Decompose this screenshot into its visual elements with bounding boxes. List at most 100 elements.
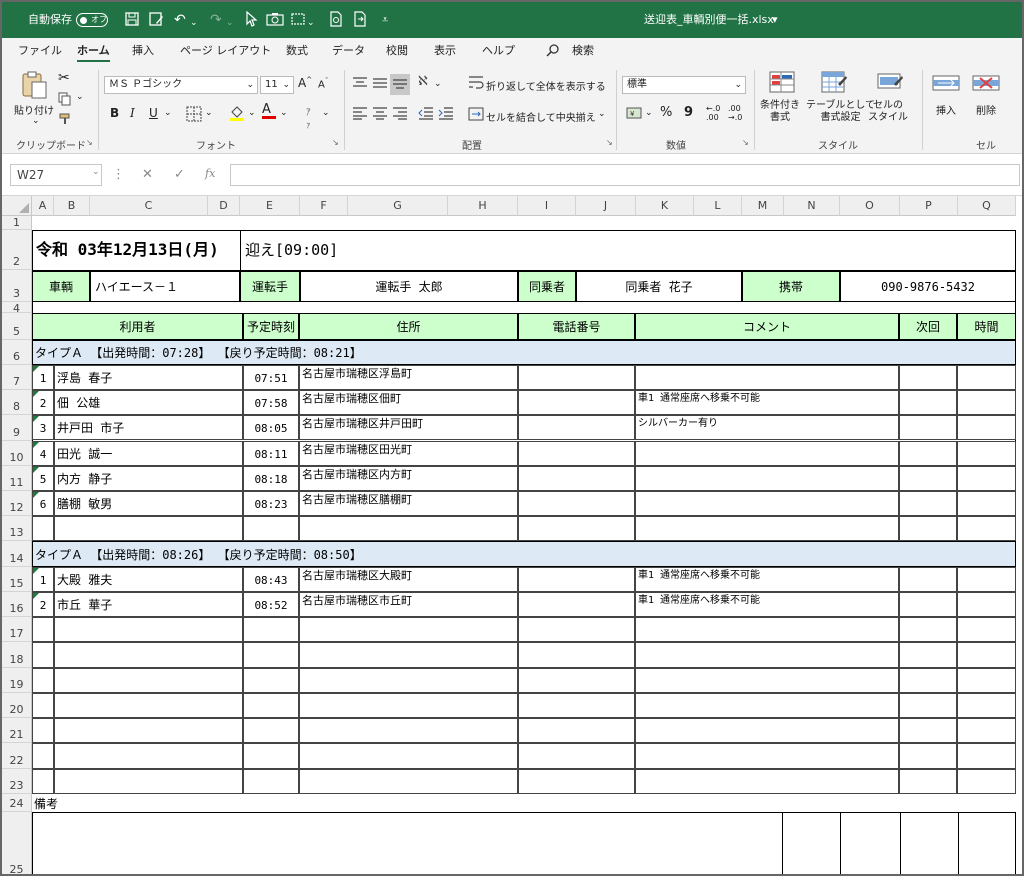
decrease-decimal-icon[interactable]: .00 →.0 bbox=[728, 104, 742, 122]
redo-icon[interactable]: ↷ bbox=[210, 11, 222, 29]
blank-row-22-phone[interactable] bbox=[518, 743, 635, 769]
column-header-c[interactable]: C bbox=[90, 196, 208, 216]
group-1-row-1-time[interactable]: 07:51 bbox=[243, 365, 299, 390]
blank-row-18-address[interactable] bbox=[299, 642, 518, 668]
wrap-text-icon[interactable] bbox=[468, 74, 484, 93]
fill-color-dropdown-icon[interactable]: ⌄ bbox=[248, 108, 256, 118]
header-hours[interactable]: 時間 bbox=[957, 313, 1016, 340]
orientation-dropdown-icon[interactable]: ⌄ bbox=[434, 79, 442, 89]
increase-decimal-icon[interactable]: ←.0.00 bbox=[706, 104, 720, 122]
group-1-row-3-time[interactable]: 08:05 bbox=[243, 415, 299, 440]
tab-view[interactable]: 表示 bbox=[434, 43, 456, 59]
group-1-row-6-address[interactable]: 名古屋市瑞穂区膳棚町 bbox=[299, 491, 518, 516]
conditional-formatting-icon[interactable] bbox=[768, 70, 796, 99]
group-1-row-3-name[interactable]: 井戸田 市子 bbox=[54, 415, 243, 440]
blank-row-17-next[interactable] bbox=[899, 617, 957, 642]
column-header-p[interactable]: P bbox=[900, 196, 958, 216]
group-2-row-2-phone[interactable] bbox=[518, 592, 635, 617]
row-header-18[interactable]: 18 bbox=[2, 642, 32, 668]
group-1-row-3-phone[interactable] bbox=[518, 415, 635, 440]
group-1-row-3-hours[interactable] bbox=[957, 415, 1016, 440]
cell-styles-label[interactable]: セルの スタイル bbox=[868, 100, 908, 124]
blank-row-21-name[interactable] bbox=[54, 718, 243, 743]
blank-row-20-hours[interactable] bbox=[957, 693, 1016, 718]
row-header-15[interactable]: 15 bbox=[2, 567, 32, 592]
column-header-g[interactable]: G bbox=[348, 196, 448, 216]
blank-row-23-comment[interactable] bbox=[635, 769, 899, 794]
driver-value[interactable]: 運転手 太郎 bbox=[300, 271, 518, 302]
borders-dropdown-icon[interactable]: ⌄ bbox=[205, 108, 213, 118]
group-1-row-5-name[interactable]: 内方 静子 bbox=[54, 466, 243, 491]
undo-dropdown-icon[interactable]: ⌄ bbox=[190, 14, 198, 32]
row-header-8[interactable]: 8 bbox=[2, 390, 32, 415]
group-1-row-1-hours[interactable] bbox=[957, 365, 1016, 390]
blank-row-23-address[interactable] bbox=[299, 769, 518, 794]
group-2-row-1-name[interactable]: 大殿 雅夫 bbox=[54, 567, 243, 592]
print-preview-icon[interactable] bbox=[328, 11, 344, 32]
blank-row-18-next[interactable] bbox=[899, 642, 957, 668]
delete-cells-label[interactable]: 削除 bbox=[976, 102, 996, 117]
date-cell[interactable]: 令和 03年12月13日(月) bbox=[32, 231, 240, 269]
group-1-row-4-comment[interactable] bbox=[635, 441, 899, 466]
pickup-cell[interactable]: 迎え[09:00] bbox=[241, 231, 441, 269]
group-2-row-1-address[interactable]: 名古屋市瑞穂区大殿町 bbox=[299, 567, 518, 592]
group-2-row-2-next[interactable] bbox=[899, 592, 957, 617]
blank-row-19-hours[interactable] bbox=[957, 668, 1016, 693]
mobile-label[interactable]: 携帯 bbox=[742, 271, 840, 302]
group-2-row-2-hours[interactable] bbox=[957, 592, 1016, 617]
blank-row-22-time[interactable] bbox=[243, 743, 299, 769]
row-header-3[interactable]: 3 bbox=[2, 270, 32, 302]
error-indicator-icon[interactable] bbox=[33, 416, 39, 422]
group-1-banner[interactable]: タイプＡ 【出発時間：07:28】 【戻り予定時間：08:21】 bbox=[32, 340, 1016, 365]
insert-cells-icon[interactable] bbox=[932, 72, 960, 97]
blank-row-17-time[interactable] bbox=[243, 617, 299, 642]
row-header-2[interactable]: 2 bbox=[2, 230, 32, 270]
column-header-q[interactable]: Q bbox=[958, 196, 1016, 216]
row-header-11[interactable]: 11 bbox=[2, 466, 32, 491]
blank-row-17-comment[interactable] bbox=[635, 617, 899, 642]
row-header-5[interactable]: 5 bbox=[2, 313, 32, 340]
row-header-12[interactable]: 12 bbox=[2, 491, 32, 516]
search-icon[interactable] bbox=[546, 43, 560, 62]
blank-row-22-comment[interactable] bbox=[635, 743, 899, 769]
group-1-row-5-comment[interactable] bbox=[635, 466, 899, 491]
group-1-row-4-hours[interactable] bbox=[957, 441, 1016, 466]
tab-data[interactable]: データ bbox=[332, 43, 365, 59]
row-header-24[interactable]: 24 bbox=[2, 794, 32, 812]
customize-toolbar-icon[interactable]: ⩡ bbox=[382, 11, 388, 29]
align-middle-icon[interactable] bbox=[372, 76, 388, 93]
group-1-row-5-address[interactable]: 名古屋市瑞穂区内方町 bbox=[299, 466, 518, 491]
column-header-a[interactable]: A bbox=[32, 196, 54, 216]
edit-save-icon[interactable] bbox=[148, 11, 164, 32]
blank-row-13-name[interactable] bbox=[54, 516, 243, 541]
row-header-22[interactable]: 22 bbox=[2, 743, 32, 769]
group-1-row-5-time[interactable]: 08:18 bbox=[243, 466, 299, 491]
row-header-23[interactable]: 23 bbox=[2, 769, 32, 794]
group-2-row-1-time[interactable]: 08:43 bbox=[243, 567, 299, 592]
blank-row-18-phone[interactable] bbox=[518, 642, 635, 668]
align-left-icon[interactable] bbox=[352, 106, 368, 123]
blank-row-18-hours[interactable] bbox=[957, 642, 1016, 668]
group-2-banner[interactable]: タイプＡ 【出発時間：08:26】 【戻り予定時間：08:50】 bbox=[32, 541, 1016, 567]
row-header-10[interactable]: 10 bbox=[2, 441, 32, 466]
header-comment[interactable]: コメント bbox=[635, 313, 899, 340]
format-painter-icon[interactable] bbox=[58, 112, 72, 129]
undo-icon[interactable]: ↶ bbox=[174, 11, 186, 29]
export-pdf-icon[interactable] bbox=[352, 11, 368, 32]
blank-row-19-phone[interactable] bbox=[518, 668, 635, 693]
blank-row-20-time[interactable] bbox=[243, 693, 299, 718]
blank-row-17-no[interactable] bbox=[32, 617, 54, 642]
camera-icon[interactable] bbox=[266, 11, 284, 32]
blank-row-22-next[interactable] bbox=[899, 743, 957, 769]
group-1-row-1-comment[interactable] bbox=[635, 365, 899, 390]
phonetic-dropdown-icon[interactable]: ⌄ bbox=[322, 108, 330, 118]
tab-page-layout[interactable]: ページ レイアウト bbox=[180, 43, 271, 59]
blank-row-13-address[interactable] bbox=[299, 516, 518, 541]
blank-row-18-comment[interactable] bbox=[635, 642, 899, 668]
font-name-dropdown-icon[interactable]: ⌄ bbox=[246, 77, 254, 93]
group-1-row-1-next[interactable] bbox=[899, 365, 957, 390]
blank-row-13-hours[interactable] bbox=[957, 516, 1016, 541]
group-1-row-3-next[interactable] bbox=[899, 415, 957, 440]
row-header-13[interactable]: 13 bbox=[2, 516, 32, 541]
number-format-dropdown-icon[interactable]: ⌄ bbox=[734, 77, 742, 93]
